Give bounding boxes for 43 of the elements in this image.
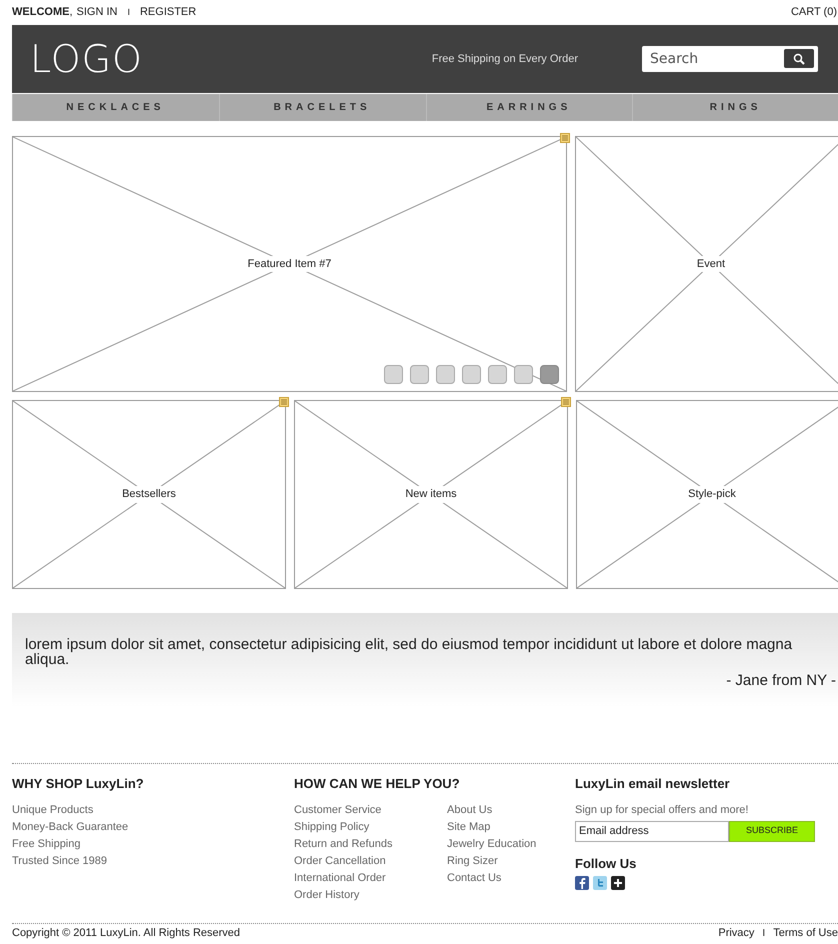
subscribe-button[interactable]: SUBSCRIBE: [729, 820, 815, 842]
copyright-text: Copyright © 2011 LuxyLin. All Rights Reserved: [12, 927, 240, 940]
help-link[interactable]: About Us: [447, 802, 536, 818]
help-link[interactable]: Contact Us: [447, 870, 536, 886]
help-link[interactable]: Order Cancellation: [294, 852, 447, 870]
help-link[interactable]: Customer Service: [294, 802, 447, 818]
register-link[interactable]: REGISTER: [140, 4, 196, 21]
footer-link[interactable]: Terms of Use: [773, 927, 838, 940]
note-icon: [561, 397, 571, 407]
testimonial-author: - Jane from NY -: [726, 671, 836, 691]
help-link[interactable]: Return and Refunds: [294, 836, 447, 852]
link-separator: I: [127, 6, 130, 19]
cart-link[interactable]: CART (0): [790, 4, 838, 21]
footer-link[interactable]: Privacy: [718, 927, 754, 940]
search-icon: [793, 52, 805, 64]
newsletter-text: Sign up for special offers and more!: [575, 802, 750, 818]
column-heading: WHY SHOP LuxyLin?: [12, 775, 145, 793]
tagline: Free Shipping on Every Order: [432, 52, 578, 67]
help-link[interactable]: Ring Sizer: [447, 852, 536, 870]
note-icon: [560, 133, 570, 143]
note-icon: [279, 397, 289, 407]
column-heading: Follow Us: [575, 854, 638, 872]
link-separator: I: [762, 927, 766, 940]
welcome-text: WELCOME: [12, 5, 70, 20]
feature-text: Money-Back Guarantee: [12, 820, 130, 834]
help-link[interactable]: Jewelry Education: [447, 836, 536, 852]
feature-text: Unique Products: [12, 802, 94, 818]
comma-text: ,: [69, 5, 73, 20]
help-link[interactable]: Order History: [294, 886, 447, 904]
email-field[interactable]: Email address: [575, 820, 729, 842]
search-button[interactable]: [784, 49, 814, 68]
plus-icon[interactable]: [611, 876, 625, 890]
feature-text: Trusted Since 1989: [12, 854, 108, 868]
column-heading: LuxyLin email newsletter: [575, 775, 731, 793]
facebook-icon[interactable]: [575, 876, 589, 890]
help-link[interactable]: Shipping Policy: [294, 818, 447, 836]
logo[interactable]: LOGO: [30, 40, 143, 78]
help-link[interactable]: Site Map: [447, 818, 536, 836]
sign-in-link[interactable]: SIGN IN: [76, 4, 118, 21]
help-link[interactable]: International Order: [294, 870, 447, 886]
testimonial-quote: lorem ipsum dolor sit amet, consectetur adipisicing elit, sed do eiusmod tempor incididunt ut labore et dolore magna aliqua.: [25, 637, 794, 667]
feature-text: Free Shipping: [12, 836, 82, 852]
column-heading: HOW CAN WE HELP YOU?: [294, 775, 461, 793]
